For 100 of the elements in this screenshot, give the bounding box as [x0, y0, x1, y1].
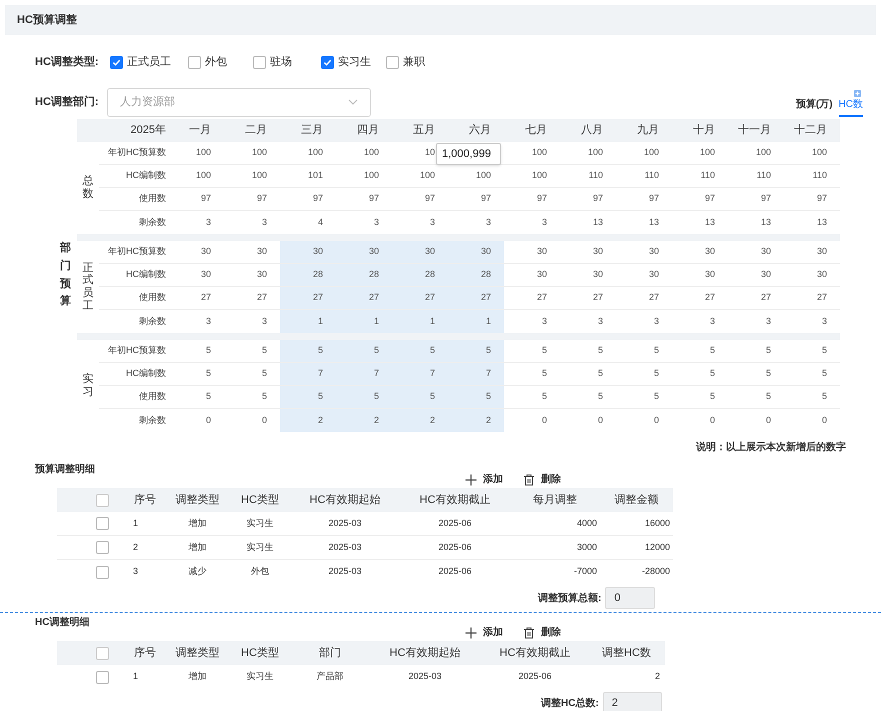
table-cell: 2025-06 — [518, 671, 552, 682]
table-cell: 2025-06 — [438, 566, 472, 576]
checkbox[interactable] — [110, 56, 123, 68]
unit-tab[interactable]: HC数 — [838, 89, 863, 117]
table-cell-text: 1 — [318, 314, 323, 328]
table-cell-text: 100 — [196, 146, 211, 160]
row-label: 年初HC预算数 — [107, 245, 167, 258]
table-cell: 产品部 — [316, 671, 344, 682]
row-label: HC编制数 — [125, 367, 167, 380]
table-cell-text: 110 — [700, 169, 715, 182]
table-cell-text: 5 — [206, 344, 211, 358]
checkbox[interactable] — [188, 56, 201, 68]
table-cell-text: 100 — [364, 146, 379, 160]
column-header: 调整类型 — [174, 646, 220, 661]
table-cell-text: 30 — [704, 268, 715, 282]
checkbox[interactable] — [321, 56, 334, 68]
table-cell-text: 3 — [206, 216, 211, 229]
table-cell-text: 100 — [532, 146, 547, 160]
add-button[interactable]: 添加 — [465, 625, 503, 640]
delete-button[interactable]: 删除 — [523, 472, 561, 487]
table-cell-text: 0 — [654, 414, 659, 427]
table-cell-text: 4 — [318, 216, 323, 229]
sparkle-icon — [854, 90, 861, 97]
checkbox[interactable] — [96, 517, 109, 530]
table-cell-text: 27 — [704, 291, 715, 304]
column-header: HC有效期起始 — [388, 646, 462, 661]
table-cell-text: 30 — [424, 245, 435, 258]
table-cell-text: 100 — [252, 146, 267, 160]
column-header: 序号 — [133, 646, 157, 661]
table-cell: -28000 — [642, 566, 670, 576]
chevron-down-icon — [348, 99, 358, 105]
table-cell-text: 30 — [816, 245, 827, 258]
checkbox[interactable] — [96, 566, 109, 578]
table-cell-text: 3 — [542, 314, 547, 328]
table-cell-text: 27 — [256, 291, 267, 304]
table-cell-text: 97 — [200, 192, 211, 206]
table-cell-text: 7 — [374, 367, 379, 380]
table-cell-text: 97 — [256, 192, 267, 206]
unit-tab[interactable]: 预算(万) — [796, 89, 833, 117]
section-title: HC调整明细 — [35, 616, 90, 630]
column-header: HC有效期起始 — [308, 492, 382, 508]
table-cell-text: 28 — [480, 268, 491, 282]
table-cell: 16000 — [644, 518, 670, 528]
table-cell-text: 5 — [374, 390, 379, 404]
table-cell-text: 27 — [480, 291, 491, 304]
column-header: HC类型 — [240, 492, 280, 508]
total-label: 调整预算总额: — [538, 591, 602, 606]
table-cell-text: 97 — [536, 192, 547, 206]
table-cell-text: 30 — [200, 245, 211, 258]
table-cell-text: 100 — [308, 146, 323, 160]
table-cell-text: 97 — [480, 192, 491, 206]
table-cell-text: 100 — [532, 169, 547, 182]
checkbox[interactable] — [96, 541, 109, 554]
table-cell-text: 27 — [200, 291, 211, 304]
table-cell: 2 — [654, 671, 660, 682]
table-cell-text: 30 — [704, 245, 715, 258]
table-cell-text: 27 — [368, 291, 379, 304]
table-cell-text: 5 — [598, 344, 603, 358]
checkbox[interactable] — [386, 56, 399, 68]
row-label: HC编制数 — [125, 169, 167, 182]
trash-icon — [523, 626, 535, 638]
group-label: 实习 — [82, 373, 94, 399]
table-cell-text: 5 — [822, 390, 827, 404]
table-cell-text: 2 — [430, 414, 435, 427]
checkbox[interactable] — [96, 670, 109, 684]
table-cell-text: 3 — [430, 216, 435, 229]
column-header: 二月 — [244, 123, 268, 138]
table-cell-text: 5 — [542, 344, 547, 358]
checkbox[interactable] — [253, 56, 266, 68]
row-label: HC编制数 — [125, 268, 167, 282]
table-cell: -7000 — [574, 566, 597, 576]
checkbox[interactable] — [96, 494, 109, 506]
table-cell-text: 3 — [262, 314, 267, 328]
table-cell-text: 27 — [592, 291, 603, 304]
checkbox-label: 兼职 — [403, 54, 425, 70]
table-cell-text: 13 — [760, 216, 771, 229]
table-cell-text: 97 — [760, 192, 771, 206]
cell-editor[interactable]: 1,000,999 — [436, 143, 501, 165]
column-header: 序号 — [133, 492, 157, 508]
table-cell-text: 27 — [816, 291, 827, 304]
table-cell-text: 101 — [308, 169, 323, 182]
column-header: 2025年 — [130, 123, 167, 138]
add-button[interactable]: 添加 — [465, 472, 503, 487]
side-label: 部门预算 — [60, 240, 71, 310]
table-cell: 实习生 — [246, 671, 274, 682]
column-header: 一月 — [188, 123, 212, 138]
checkbox-label: 外包 — [205, 54, 227, 70]
checkbox[interactable] — [96, 646, 109, 660]
column-header: 五月 — [412, 123, 436, 138]
table-cell-text: 3 — [374, 216, 379, 229]
table-cell: 外包 — [251, 566, 269, 576]
delete-button[interactable]: 删除 — [523, 625, 561, 640]
table-cell-text: 100 — [364, 169, 379, 182]
table-cell-text: 1 — [430, 314, 435, 328]
total-label: 调整HC总数: — [541, 696, 599, 710]
table-cell-text: 30 — [592, 245, 603, 258]
checkbox-label: 正式员工 — [127, 54, 171, 70]
table-cell: 增加 — [188, 671, 206, 682]
table-cell-text: 30 — [368, 245, 379, 258]
checkbox-label: 实习生 — [338, 54, 371, 70]
